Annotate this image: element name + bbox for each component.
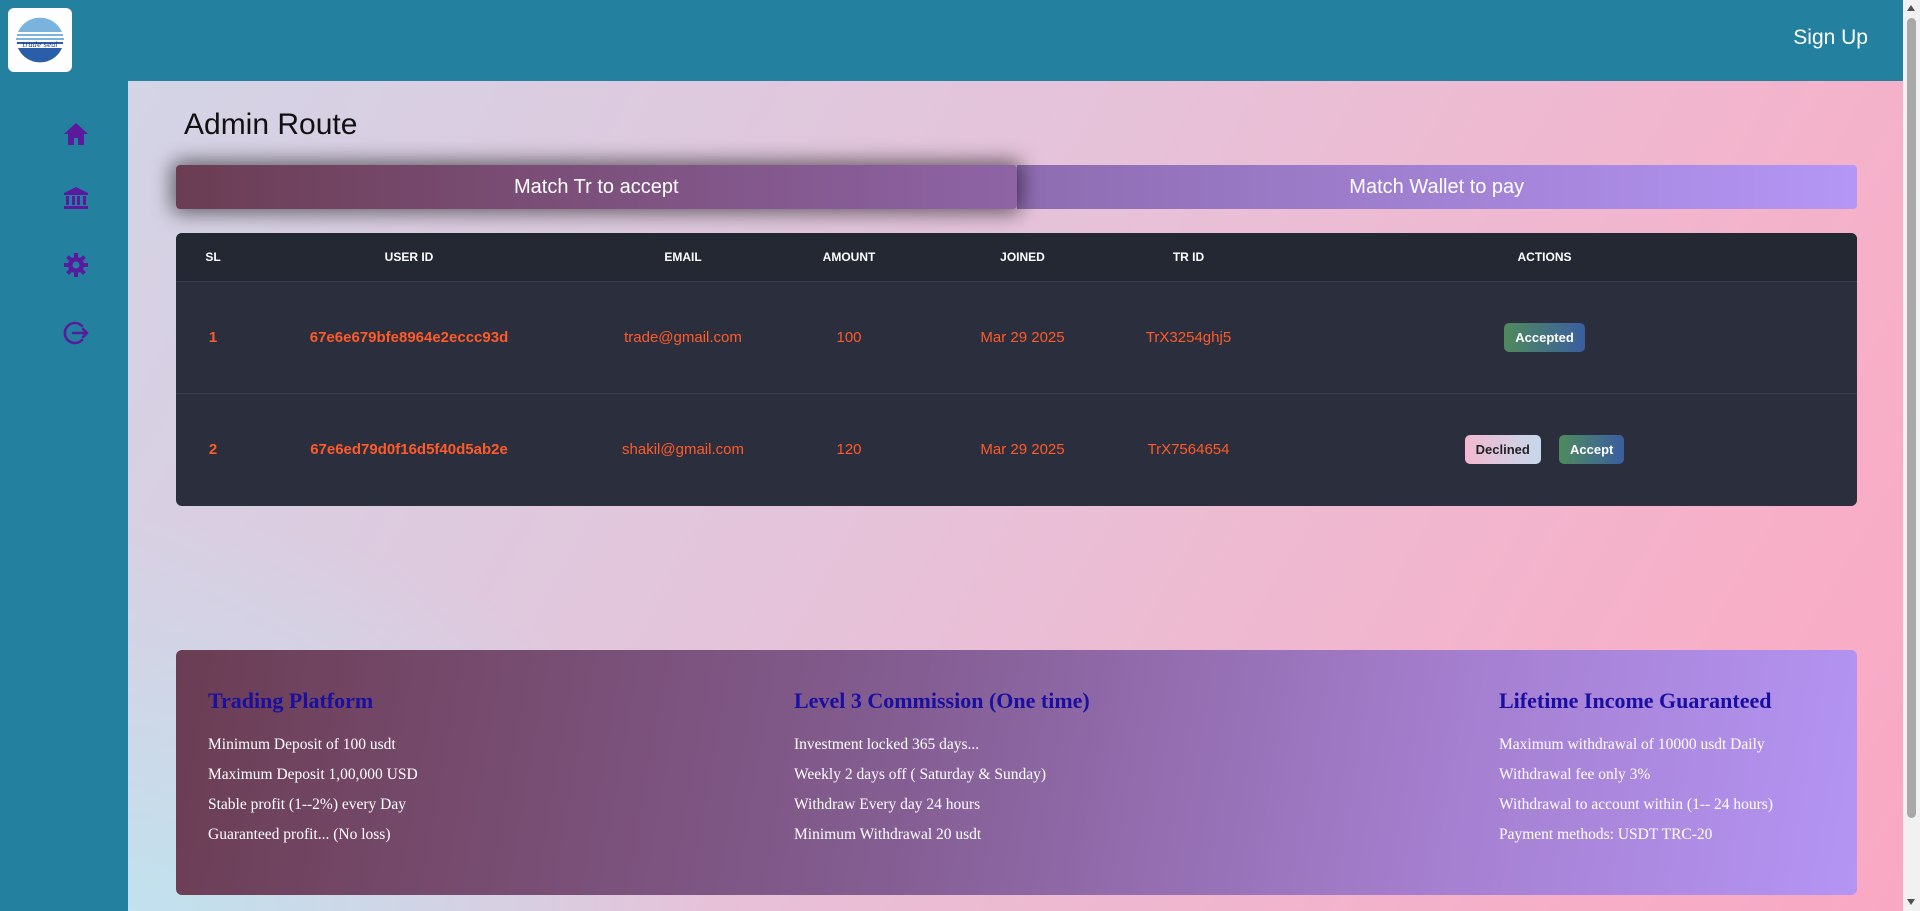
accept-button[interactable]: Accept [1559, 434, 1625, 464]
cell-tr-id: TrX7564654 [1147, 440, 1230, 458]
signup-link[interactable]: Sign Up [1793, 26, 1868, 50]
header-sl: SL [205, 249, 221, 264]
cell-user-id: 67e6ed79d0f16d5f40d5ab2e [310, 440, 508, 458]
scroll-down-arrow-icon[interactable] [1907, 899, 1915, 905]
cell-amount: 120 [836, 440, 862, 458]
cell-user-id: 67e6e679bfe8964e2eccc93d [309, 328, 509, 346]
cell-joined: Mar 29 2025 [980, 440, 1065, 458]
cell-joined: Mar 29 2025 [980, 328, 1065, 346]
footer-column-trading-platform: Trading Platform Minimum Deposit of 100 … [208, 688, 418, 856]
footer-title: Lifetime Income Guaranteed [1499, 688, 1772, 713]
tab-bar: Match Tr to accept Match Wallet to pay [176, 165, 1857, 209]
cell-actions: Accepted [1232, 281, 1857, 393]
header-tr-id: TR ID [1172, 249, 1205, 264]
header-email: EMAIL [664, 249, 702, 264]
cell-email: trade@gmail.com [624, 328, 742, 346]
logo-text: trade seal [22, 41, 57, 49]
accepted-button[interactable]: Accepted [1504, 322, 1585, 352]
vertical-scrollbar[interactable] [1903, 0, 1920, 911]
scrollbar-thumb[interactable] [1907, 18, 1916, 818]
gear-icon[interactable] [60, 249, 92, 281]
footer-line: Stable profit (1--2%) every Day [208, 796, 406, 813]
declined-button[interactable]: Declined [1464, 434, 1541, 464]
header-amount: AMOUNT [822, 249, 876, 264]
cell-tr-id: TrX3254ghj5 [1145, 328, 1232, 346]
footer-line: Weekly 2 days off ( Saturday & Sunday) [794, 766, 1047, 783]
top-bar: trade seal Sign Up [0, 0, 1903, 81]
tab-match-tr[interactable]: Match Tr to accept [176, 165, 1017, 209]
footer-line: Withdraw Every day 24 hours [794, 796, 981, 813]
header-user-id: USER ID [384, 249, 434, 264]
footer-title: Trading Platform [208, 688, 374, 713]
cell-amount: 100 [836, 328, 862, 346]
sidebar [0, 81, 128, 911]
footer-title: Level 3 Commission (One time) [794, 688, 1090, 713]
footer-column-commission: Level 3 Commission (One time) Investment… [794, 688, 1090, 856]
cell-sl: 1 [208, 328, 218, 346]
footer-line: Investment locked 365 days... [794, 736, 980, 753]
header-actions: ACTIONS [1517, 249, 1572, 264]
table-row: 2 67e6ed79d0f16d5f40d5ab2e shakil@gmail.… [176, 393, 1857, 505]
tab-match-wallet[interactable]: Match Wallet to pay [1016, 165, 1857, 209]
brand-logo[interactable]: trade seal [8, 8, 72, 72]
header-joined: JOINED [1000, 249, 1045, 264]
footer-line: Minimum Deposit of 100 usdt [208, 736, 396, 753]
footer-line: Maximum withdrawal of 10000 usdt Daily [1499, 736, 1765, 753]
cell-sl: 2 [208, 440, 218, 458]
footer-line: Withdrawal fee only 3% [1499, 766, 1651, 783]
page-title: Admin Route [184, 108, 358, 141]
cell-actions: Declined Accept [1232, 393, 1857, 505]
logo-icon: trade seal [14, 14, 66, 66]
footer-line: Guaranteed profit... (No loss) [208, 826, 391, 843]
cell-email: shakil@gmail.com [622, 440, 744, 458]
info-footer: Trading Platform Minimum Deposit of 100 … [176, 650, 1857, 895]
main-content: Admin Route Match Tr to accept Match Wal… [128, 81, 1903, 911]
transactions-table: SL USER ID EMAIL AMOUNT JOINED TR ID ACT… [176, 233, 1857, 506]
logout-icon[interactable] [60, 317, 92, 349]
bank-icon[interactable] [60, 182, 92, 214]
footer-line: Minimum Withdrawal 20 usdt [794, 826, 982, 843]
table-header-row: SL USER ID EMAIL AMOUNT JOINED TR ID ACT… [176, 233, 1857, 281]
footer-line: Maximum Deposit 1,00,000 USD [208, 766, 418, 783]
footer-line: Payment methods: USDT TRC-20 [1499, 826, 1713, 843]
home-icon[interactable] [60, 118, 92, 150]
footer-column-lifetime-income: Lifetime Income Guaranteed Maximum withd… [1499, 688, 1773, 856]
table-row: 1 67e6e679bfe8964e2eccc93d trade@gmail.c… [176, 281, 1857, 393]
footer-line: Withdrawal to account within (1-- 24 hou… [1499, 796, 1773, 813]
scroll-up-arrow-icon[interactable] [1907, 5, 1915, 11]
